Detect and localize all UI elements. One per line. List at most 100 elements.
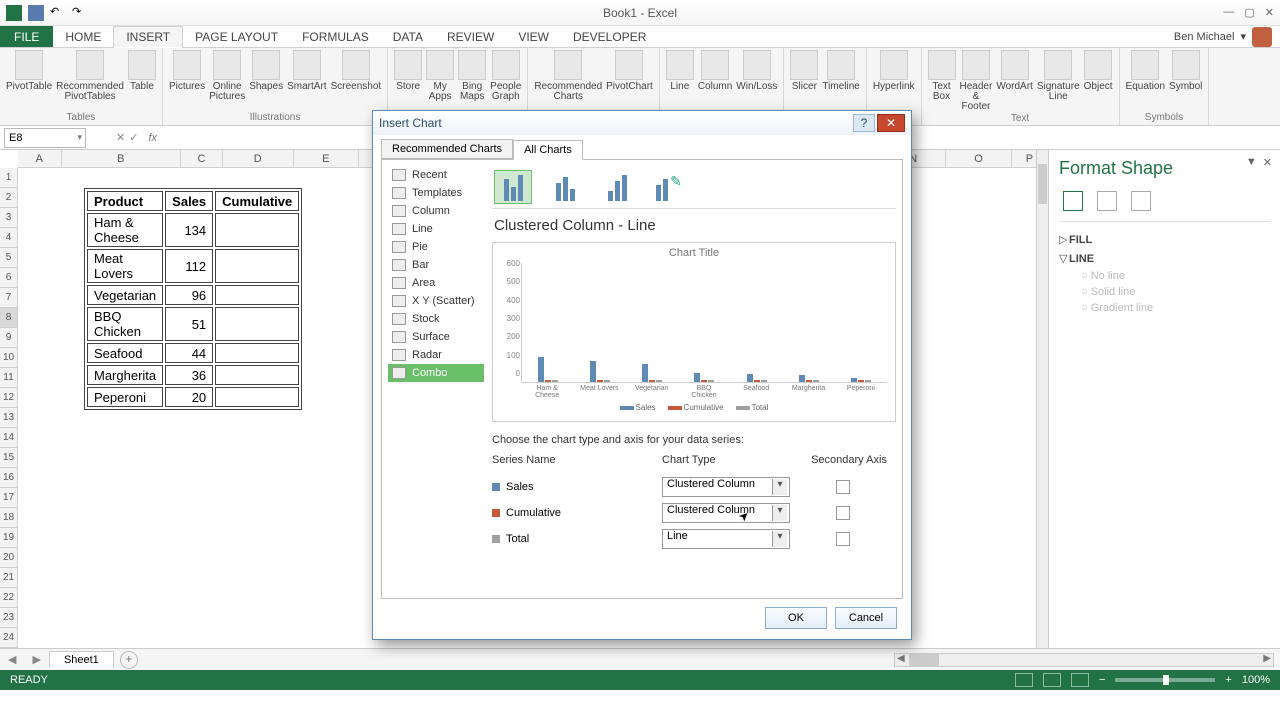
dialog-help-button[interactable]: ? [853,114,875,132]
row-header[interactable]: 11 [0,368,18,388]
line-section[interactable]: ▽LINE [1059,249,1270,268]
row-header[interactable]: 10 [0,348,18,368]
series-type-select[interactable]: Clustered Column [662,503,790,523]
enter-formula-icon[interactable]: ✓ [129,131,138,144]
cell[interactable]: 112 [165,249,213,283]
minimize-icon[interactable]: — [1223,6,1234,19]
subtype-custom[interactable]: ✎ [650,170,688,204]
maximize-icon[interactable]: ▢ [1244,6,1254,19]
row-header[interactable]: 4 [0,228,18,248]
row-header[interactable]: 16 [0,468,18,488]
category-surface[interactable]: Surface [388,328,484,346]
fill-section[interactable]: ▷FILL [1059,230,1270,249]
ribbon-cmd-bing-maps[interactable]: BingMaps [458,50,486,102]
ribbon-cmd-text-box[interactable]: TextBox [928,50,956,102]
cell[interactable]: BBQ Chicken [87,307,163,341]
col-header[interactable]: C [181,150,223,167]
effects-tab-icon[interactable] [1097,191,1117,211]
view-normal-icon[interactable] [1015,673,1033,687]
series-type-select[interactable]: Clustered Column [662,477,790,497]
cell[interactable]: Ham & Cheese [87,213,163,247]
ribbon-tab-home[interactable]: HOME [53,26,113,47]
sheet-nav-next-icon[interactable]: ▶ [24,653,48,666]
ribbon-cmd-people-graph[interactable]: PeopleGraph [490,50,521,102]
save-icon[interactable] [28,5,44,21]
ribbon-cmd-wordart[interactable]: WordArt [996,50,1033,92]
row-header[interactable]: 12 [0,388,18,408]
user-avatar-icon[interactable] [1252,27,1272,47]
row-header[interactable]: 9 [0,328,18,348]
ribbon-cmd-object[interactable]: Object [1084,50,1113,92]
pane-dropdown-icon[interactable]: ▼ [1246,156,1257,169]
cell[interactable] [215,213,299,247]
add-sheet-button[interactable]: + [120,651,138,669]
zoom-slider[interactable] [1115,678,1215,682]
row-header[interactable]: 3 [0,208,18,228]
ribbon-cmd-timeline[interactable]: Timeline [822,50,859,92]
ribbon-tab-page-layout[interactable]: PAGE LAYOUT [183,26,290,47]
ribbon-tab-insert[interactable]: INSERT [113,26,183,48]
tab-all-charts[interactable]: All Charts [513,140,583,160]
subtype-clustered-column-line[interactable] [494,170,532,204]
row-header[interactable]: 7 [0,288,18,308]
row-header[interactable]: 6 [0,268,18,288]
row-header[interactable]: 18 [0,508,18,528]
undo-icon[interactable]: ↶ [50,5,66,21]
tab-recommended[interactable]: Recommended Charts [381,139,513,159]
cell[interactable]: 20 [165,387,213,407]
sheet-tab-active[interactable]: Sheet1 [49,651,114,668]
line-option-gradient[interactable]: Gradient line [1059,300,1270,316]
pane-close-icon[interactable]: ✕ [1263,156,1272,169]
category-radar[interactable]: Radar [388,346,484,364]
ribbon-cmd-hyperlink[interactable]: Hyperlink [873,50,915,92]
sheet-nav-prev-icon[interactable]: ◀ [0,653,24,666]
cell[interactable] [215,249,299,283]
cell[interactable]: 134 [165,213,213,247]
size-tab-icon[interactable] [1131,191,1151,211]
dialog-titlebar[interactable]: Insert Chart ? ✕ [373,111,911,135]
category-column[interactable]: Column [388,202,484,220]
zoom-in-icon[interactable]: + [1225,674,1231,686]
secondary-axis-checkbox[interactable] [836,532,850,546]
row-header[interactable]: 24 [0,628,18,648]
subtype-2[interactable] [546,170,584,204]
col-header[interactable]: A [18,150,62,167]
cancel-formula-icon[interactable]: ✕ [116,131,125,144]
ribbon-cmd-slicer[interactable]: Slicer [790,50,818,92]
view-pagebreak-icon[interactable] [1071,673,1089,687]
ribbon-tab-data[interactable]: DATA [381,26,435,47]
category-bar[interactable]: Bar [388,256,484,274]
series-type-select[interactable]: Line [662,529,790,549]
fx-icon[interactable]: fx [148,132,165,144]
cell[interactable]: Meat Lovers [87,249,163,283]
cell[interactable]: Peperoni [87,387,163,407]
cell[interactable] [215,307,299,341]
row-header[interactable]: 15 [0,448,18,468]
ribbon-cmd-my-apps[interactable]: MyApps [426,50,454,102]
ribbon-cmd-equation[interactable]: Equation [1126,50,1165,92]
ribbon-cmd-screenshot[interactable]: Screenshot [331,50,382,92]
cell[interactable]: 36 [165,365,213,385]
cell[interactable] [215,343,299,363]
ribbon-cmd-recommended-pivottables[interactable]: RecommendedPivotTables [56,50,124,102]
row-header[interactable]: 19 [0,528,18,548]
row-header[interactable]: 13 [0,408,18,428]
secondary-axis-checkbox[interactable] [836,506,850,520]
cell[interactable]: 44 [165,343,213,363]
category-recent[interactable]: Recent [388,166,484,184]
row-header[interactable]: 14 [0,428,18,448]
ribbon-cmd-pivottable[interactable]: PivotTable [6,50,52,92]
category-x-y-scatter-[interactable]: X Y (Scatter) [388,292,484,310]
fill-line-tab-icon[interactable] [1063,191,1083,211]
secondary-axis-checkbox[interactable] [836,480,850,494]
ribbon-tab-developer[interactable]: DEVELOPER [561,26,658,47]
ribbon-cmd-win-loss[interactable]: Win/Loss [736,50,777,92]
col-header[interactable]: E [294,150,359,167]
ribbon-cmd-symbol[interactable]: Symbol [1169,50,1202,92]
ribbon-cmd-line[interactable]: Line [666,50,694,92]
cancel-button[interactable]: Cancel [835,607,897,629]
cell[interactable] [215,285,299,305]
zoom-out-icon[interactable]: − [1099,674,1105,686]
row-header[interactable]: 2 [0,188,18,208]
user-dropdown-icon[interactable]: ▾ [1240,30,1246,43]
